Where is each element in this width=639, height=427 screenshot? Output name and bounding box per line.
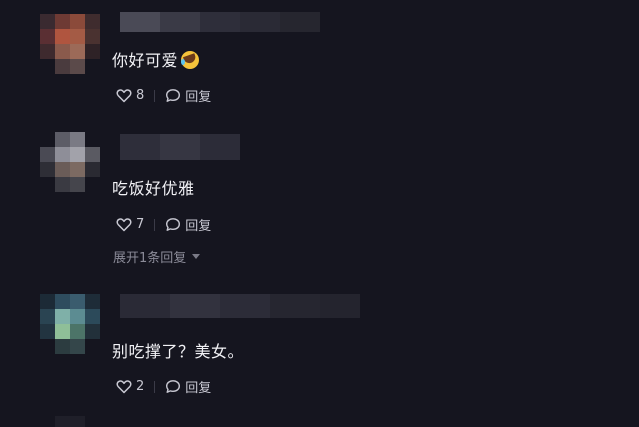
speech-bubble-icon (166, 380, 181, 393)
avatar[interactable] (40, 132, 100, 192)
speech-bubble-icon (166, 89, 181, 102)
reply-label: 回复 (185, 219, 212, 234)
reply-button[interactable]: 回复 (165, 86, 211, 105)
comment-actions: 2 回复 (116, 377, 211, 396)
laughing-emoji-icon (181, 51, 200, 69)
like-button[interactable]: 7 (116, 217, 144, 232)
avatar[interactable] (55, 416, 85, 427)
comment-text-content: 你好可爱 (112, 51, 179, 70)
expand-replies-button[interactable]: 展开1条回复 (113, 247, 201, 266)
comment-text: 吃饭好优雅 (112, 175, 195, 199)
heart-icon (116, 218, 132, 232)
username[interactable] (120, 134, 240, 160)
like-button[interactable]: 2 (116, 379, 144, 394)
comment-text-content: 别吃撑了？美女。 (112, 342, 245, 361)
heart-icon (116, 380, 132, 394)
username[interactable] (120, 294, 360, 318)
comment-item: 你好可爱 8 回复 (0, 0, 639, 120)
avatar[interactable] (40, 14, 100, 74)
heart-icon (116, 89, 132, 103)
divider (154, 89, 156, 102)
like-count: 7 (136, 217, 145, 232)
reply-button[interactable]: 回复 (165, 215, 211, 234)
comment-text: 别吃撑了？美女。 (112, 338, 244, 362)
comment-item: 别吃撑了？美女。 2 回复 (0, 280, 639, 427)
comment-text-content: 吃饭好优雅 (112, 179, 195, 198)
expand-replies-label: 展开1条回复 (113, 251, 187, 266)
like-count: 8 (136, 88, 145, 103)
speech-bubble-icon (166, 218, 181, 231)
divider (154, 218, 156, 231)
comment-list: 你好可爱 8 回复 吃饭好优雅 7 回复 展开1条回复 别吃撑了？美女。 2 回… (0, 0, 639, 427)
avatar[interactable] (40, 294, 100, 354)
reply-button[interactable]: 回复 (165, 377, 211, 396)
like-button[interactable]: 8 (116, 88, 144, 103)
divider (154, 380, 156, 393)
reply-label: 回复 (185, 90, 212, 105)
comment-actions: 7 回复 (116, 215, 211, 234)
comment-text: 你好可爱 (112, 47, 200, 71)
reply-label: 回复 (185, 381, 212, 396)
caret-down-icon (192, 254, 201, 259)
comment-item: 吃饭好优雅 7 回复 展开1条回复 (0, 120, 639, 280)
comment-actions: 8 回复 (116, 86, 211, 105)
username[interactable] (120, 12, 320, 32)
like-count: 2 (136, 379, 145, 394)
